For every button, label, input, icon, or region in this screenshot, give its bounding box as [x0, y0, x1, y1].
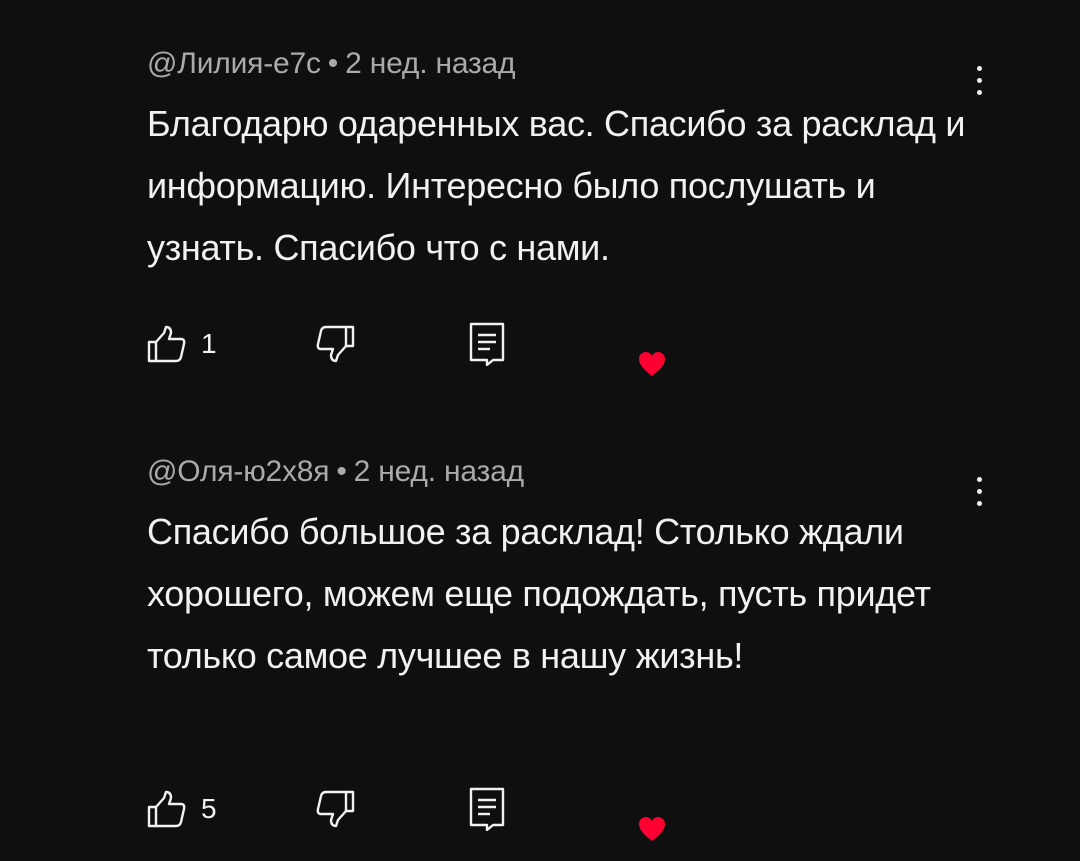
- dislike-icon: [316, 790, 355, 828]
- dislike-icon: [316, 325, 355, 363]
- dislike-button[interactable]: [315, 787, 355, 831]
- like-icon: [147, 325, 186, 363]
- heart-icon: [639, 352, 665, 376]
- creator-heart-badge: [638, 807, 666, 851]
- comment-menu-button[interactable]: [964, 469, 994, 513]
- like-icon: [147, 790, 186, 828]
- like-button[interactable]: 1: [147, 322, 217, 366]
- reply-button[interactable]: [467, 322, 507, 366]
- more-vert-icon: [976, 476, 982, 482]
- like-count: 1: [201, 328, 217, 359]
- meta-separator: •: [327, 47, 339, 80]
- reply-icon: [469, 787, 505, 831]
- comment-text: Спасибо большое за расклад! Столько ждал…: [147, 511, 931, 676]
- like-button[interactable]: 5: [147, 787, 217, 831]
- like-count: 5: [201, 793, 217, 824]
- creator-heart-badge: [638, 342, 666, 386]
- more-vert-icon-dot: [976, 89, 982, 95]
- comment-meta: @Лилия-е7с • 2 нед. назад: [147, 38, 977, 90]
- comment-menu-button[interactable]: [964, 58, 994, 102]
- comment-actions: 5: [147, 787, 707, 841]
- comment-time: 2 нед. назад: [345, 47, 516, 80]
- comment-text: Благодарю одаренных вас. Спасибо за раск…: [147, 103, 966, 268]
- dislike-button[interactable]: [315, 322, 355, 366]
- more-vert-icon: [976, 65, 982, 71]
- comment-item: @Оля-ю2х8я • 2 нед. назад Спасибо большое …: [147, 446, 982, 841]
- comment-meta: @Оля-ю2х8я • 2 нед. назад: [147, 446, 977, 498]
- heart-icon: [639, 817, 665, 841]
- more-vert-icon-dot: [976, 77, 982, 83]
- comment-item: @Лилия-е7с • 2 нед. назад Благодарю одарен…: [147, 38, 982, 376]
- reply-button[interactable]: [467, 787, 507, 831]
- comment-author[interactable]: @Лилия-е7с: [147, 47, 321, 80]
- comment-actions: 1: [147, 322, 707, 376]
- reply-icon: [469, 322, 505, 366]
- comment-author[interactable]: @Оля-ю2х8я: [147, 455, 330, 488]
- more-vert-icon-dot: [976, 500, 982, 506]
- more-vert-icon-dot: [976, 488, 982, 494]
- comment-time: 2 нед. назад: [353, 455, 524, 488]
- meta-separator: •: [336, 455, 347, 488]
